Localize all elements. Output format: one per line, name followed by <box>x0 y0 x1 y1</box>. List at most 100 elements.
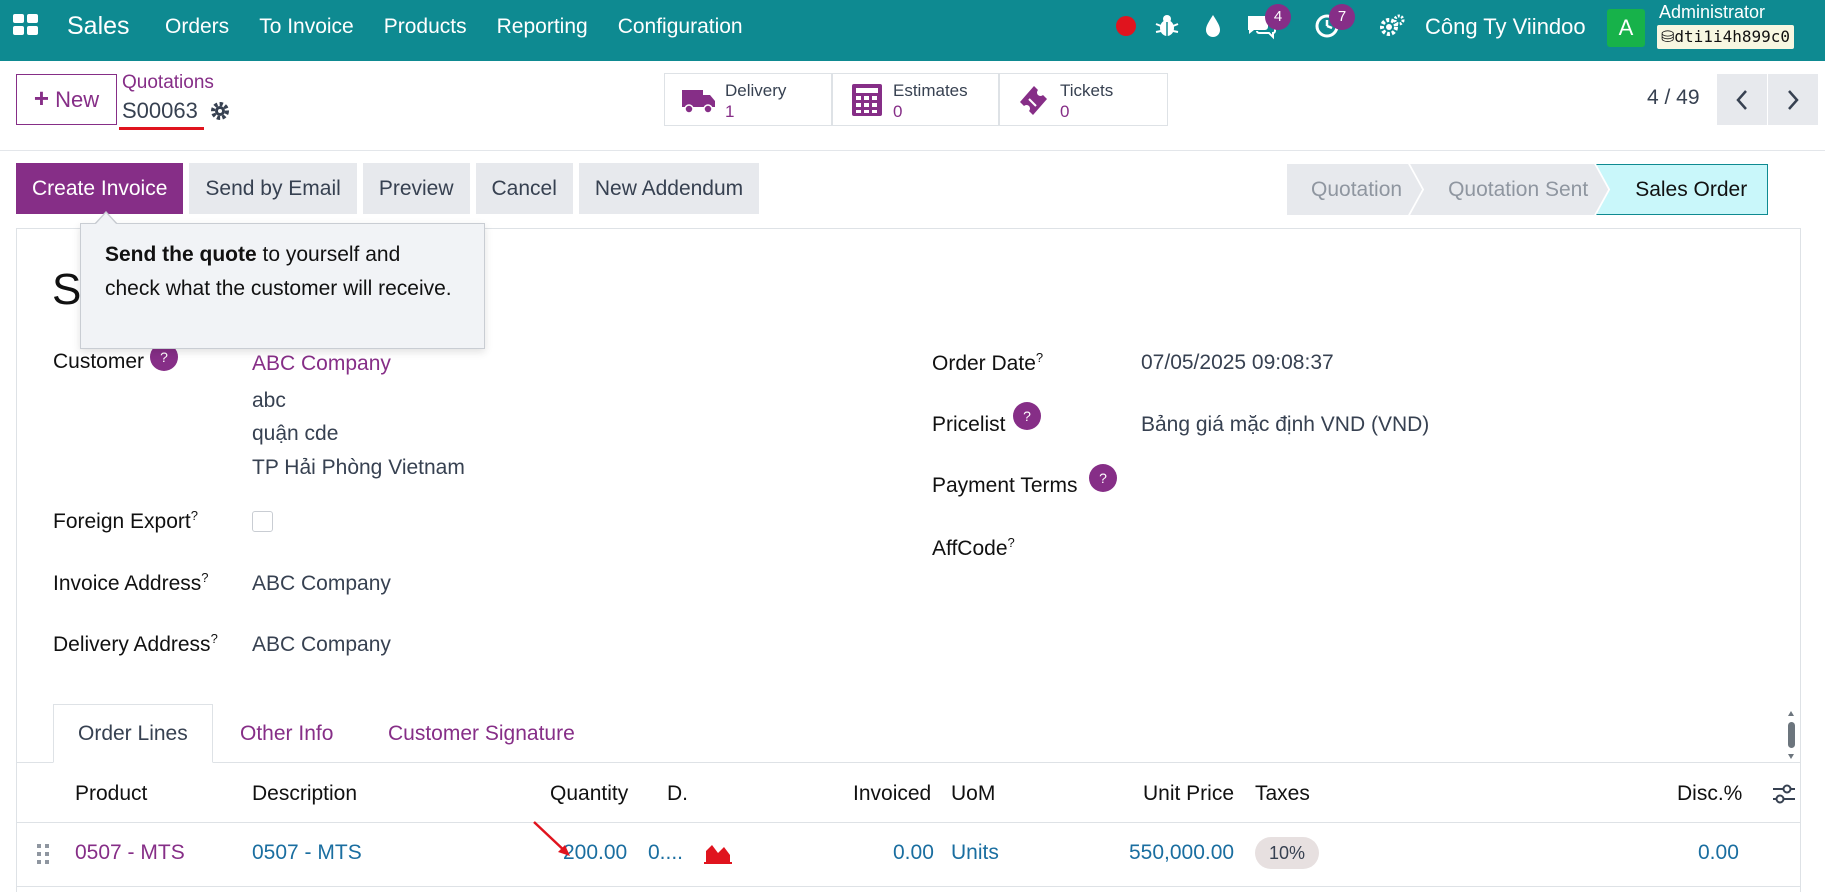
annotation-underline <box>119 127 204 130</box>
preview-button[interactable]: Preview <box>362 163 470 214</box>
send-by-email-button[interactable]: Send by Email <box>189 163 357 214</box>
smart-button-tickets[interactable]: Tickets 0 <box>999 73 1168 126</box>
help-mark[interactable]: ? <box>191 508 198 523</box>
drag-handle-icon[interactable] <box>36 842 50 866</box>
annotation-arrow-icon <box>533 821 570 856</box>
smart-button-label: Estimates <box>893 81 968 100</box>
cell-unit-price[interactable]: 550,000.00 <box>1129 841 1234 865</box>
tab-customer-signature[interactable]: Customer Signature <box>364 704 599 763</box>
tax-badge[interactable]: 10% <box>1255 837 1320 869</box>
new-button[interactable]: + New <box>16 74 117 125</box>
forecast-chart-icon[interactable] <box>704 841 732 865</box>
help-mark[interactable]: ? <box>211 631 218 646</box>
column-description[interactable]: Description <box>252 782 357 806</box>
stage-quotation-sent[interactable]: Quotation Sent <box>1410 164 1608 215</box>
menu-reporting[interactable]: Reporting <box>497 15 588 39</box>
help-icon[interactable]: ? <box>1013 402 1041 430</box>
customer-label-text: Customer <box>53 350 145 373</box>
delivery-address-value[interactable]: ABC Company <box>252 633 391 657</box>
smart-button-estimates[interactable]: Estimates 0 <box>832 73 999 126</box>
delivery-address-label-text: Delivery Address <box>53 633 211 656</box>
company-switcher[interactable]: Công Ty Viindoo <box>1425 14 1586 40</box>
activities-button[interactable]: 7 <box>1313 4 1355 40</box>
new-addendum-button[interactable]: New Addendum <box>578 163 760 214</box>
smart-button-delivery[interactable]: Delivery 1 <box>664 73 832 126</box>
cell-product[interactable]: 0507 - MTS <box>75 841 185 865</box>
invoice-address-label: Invoice Address? <box>53 570 209 596</box>
table-row[interactable]: 0507 - MTS 0507 - MTS 200.00 0.... 0.00 … <box>16 823 1801 887</box>
breadcrumb-quotations[interactable]: Quotations <box>122 72 214 94</box>
menu-products[interactable]: Products <box>384 15 467 39</box>
column-product[interactable]: Product <box>75 782 147 806</box>
pager-next-button[interactable] <box>1768 74 1818 125</box>
chevron-right-icon <box>1788 89 1799 110</box>
tab-order-lines[interactable]: Order Lines <box>53 704 213 763</box>
cell-uom[interactable]: Units <box>951 841 999 865</box>
record-icon[interactable] <box>1116 16 1136 36</box>
drop-icon[interactable] <box>1199 12 1227 40</box>
invoice-address-value[interactable]: ABC Company <box>252 572 391 596</box>
pricelist-value[interactable]: Bảng giá mặc định VND (VND) <box>1141 413 1429 437</box>
bug-icon[interactable] <box>1153 12 1181 40</box>
top-navbar: Sales Orders To Invoice Products Reporti… <box>0 0 1825 61</box>
cell-delivered[interactable]: 0.... <box>648 841 683 865</box>
column-delivered[interactable]: D. <box>667 782 688 806</box>
help-mark[interactable]: ? <box>1036 350 1043 365</box>
breadcrumb-current: S00063 <box>122 98 198 123</box>
cell-discount[interactable]: 0.00 <box>1698 841 1739 865</box>
menu-configuration[interactable]: Configuration <box>618 15 743 39</box>
pager-previous-button[interactable] <box>1717 74 1767 125</box>
customer-link[interactable]: ABC Company <box>252 352 391 376</box>
onboarding-tooltip: Send the quote to yourself and check wha… <box>80 223 485 349</box>
ticket-icon <box>1020 86 1047 115</box>
smart-button-value: 1 <box>725 102 735 121</box>
smart-button-label: Delivery <box>725 81 787 100</box>
column-unit-price[interactable]: Unit Price <box>1143 782 1234 806</box>
customer-address-line: abc <box>252 389 286 412</box>
menu-to-invoice[interactable]: To Invoice <box>259 15 354 39</box>
column-discount[interactable]: Disc.% <box>1677 782 1742 806</box>
status-bar: Quotation Quotation Sent Sales Order <box>1287 164 1769 215</box>
pager-value[interactable]: 4 / 49 <box>1647 86 1700 110</box>
cell-description[interactable]: 0507 - MTS <box>252 841 362 865</box>
messages-button[interactable]: 4 <box>1245 4 1291 40</box>
truck-icon <box>682 90 715 114</box>
settings-gears-icon[interactable] <box>1378 12 1406 40</box>
column-taxes[interactable]: Taxes <box>1255 782 1310 806</box>
foreign-export-checkbox[interactable] <box>252 511 273 532</box>
gear-icon[interactable] <box>209 100 231 122</box>
apps-grid-icon[interactable] <box>13 14 39 36</box>
create-invoice-button[interactable]: Create Invoice <box>16 163 184 214</box>
main-menu: Orders To Invoice Products Reporting Con… <box>165 15 773 39</box>
user-name[interactable]: Administrator <box>1659 2 1765 23</box>
customer-label: Customer <box>53 350 144 374</box>
column-quantity[interactable]: Quantity <box>550 782 628 806</box>
payment-terms-label: Payment Terms <box>932 474 1078 498</box>
help-mark[interactable]: ? <box>1008 535 1015 550</box>
order-date-value[interactable]: 07/05/2025 09:08:37 <box>1141 351 1334 375</box>
column-invoiced[interactable]: Invoiced <box>853 782 931 806</box>
app-brand[interactable]: Sales <box>67 12 130 41</box>
database-name: dti1i4h899c0 <box>1674 27 1790 46</box>
stage-sales-order[interactable]: Sales Order <box>1596 164 1769 215</box>
payment-terms-label-text: Payment Terms <box>932 474 1078 497</box>
tooltip-arrow-fill <box>95 213 117 225</box>
help-mark[interactable]: ? <box>201 570 208 585</box>
column-settings-icon[interactable] <box>1771 781 1797 807</box>
scrollbar-thumb[interactable] <box>1788 722 1795 748</box>
tooltip-bold: Send the quote <box>105 243 257 266</box>
invoice-address-label-text: Invoice Address <box>53 572 202 595</box>
record-title: S <box>52 265 82 314</box>
pricelist-label-text: Pricelist <box>932 413 1006 436</box>
smart-button-label: Tickets <box>1060 81 1114 100</box>
menu-orders[interactable]: Orders <box>165 15 229 39</box>
column-uom[interactable]: UoM <box>951 782 995 806</box>
user-avatar[interactable]: A <box>1607 9 1645 47</box>
help-icon[interactable]: ? <box>1089 464 1117 492</box>
tab-other-info[interactable]: Other Info <box>216 704 357 763</box>
stage-quotation[interactable]: Quotation <box>1287 164 1422 215</box>
action-buttons: Create Invoice Send by Email Preview Can… <box>16 163 760 214</box>
cancel-button[interactable]: Cancel <box>475 163 573 214</box>
cell-invoiced[interactable]: 0.00 <box>893 841 934 865</box>
pricelist-label: Pricelist <box>932 413 1006 437</box>
